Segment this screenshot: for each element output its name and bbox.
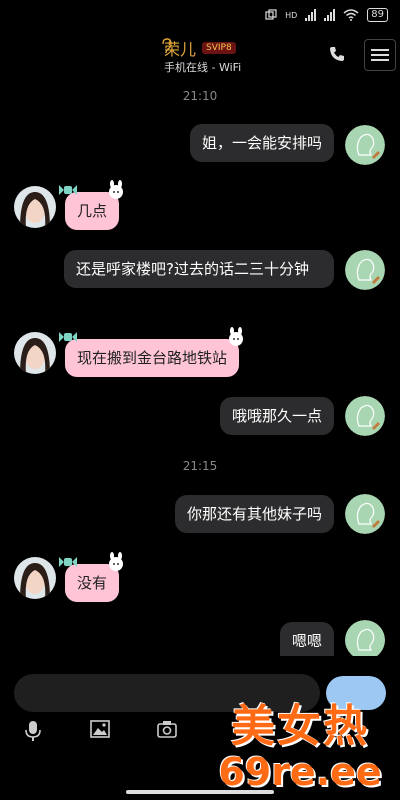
contact-name[interactable]: 荣儿: [164, 36, 196, 60]
outgoing-message[interactable]: 嗯嗯: [279, 622, 334, 656]
status-icons: HD 89: [265, 6, 388, 24]
home-indicator[interactable]: [126, 790, 274, 794]
contact-avatar[interactable]: [14, 557, 56, 599]
call-button[interactable]: [322, 39, 352, 69]
hd-label: HD: [285, 10, 298, 20]
incoming-message[interactable]: 几点: [59, 180, 124, 230]
menu-button[interactable]: [364, 39, 396, 71]
phone-icon: [330, 47, 344, 61]
wifi-icon: [343, 9, 359, 21]
signal-icon-2: [324, 9, 336, 21]
outgoing-message[interactable]: 你那还有其他妹子吗: [174, 495, 334, 533]
incoming-message[interactable]: 现在搬到金台路地铁站: [59, 327, 244, 377]
outgoing-message[interactable]: 哦哦那久一点: [219, 397, 334, 435]
status-bar: HD 89: [0, 0, 400, 30]
chat-header: 荣儿 SVIP8 手机在线 - WiFi: [0, 32, 400, 77]
watermark-title: 美女热: [231, 701, 369, 752]
user-avatar[interactable]: [345, 250, 385, 290]
watermark-logo: 美女热 69re.ee: [205, 690, 395, 794]
incoming-message[interactable]: 没有: [59, 552, 124, 602]
menu-icon: [371, 49, 389, 61]
outgoing-message[interactable]: 还是呼家楼吧?过去的话二三十分钟: [64, 250, 334, 288]
screen-record-icon: [265, 9, 277, 20]
watermark-url: 69re.ee: [218, 750, 382, 794]
contact-avatar[interactable]: [14, 186, 56, 228]
user-avatar[interactable]: [345, 396, 385, 436]
candy-sticker-icon: [59, 332, 77, 342]
microphone-icon[interactable]: [24, 720, 42, 742]
candy-sticker-icon: [59, 557, 77, 567]
message-text: 现在搬到金台路地铁站: [77, 349, 228, 367]
timestamp: 21:10: [182, 89, 218, 103]
message-text: 没有: [77, 574, 108, 592]
user-avatar[interactable]: [345, 620, 385, 656]
timestamp: 21:15: [182, 459, 218, 473]
image-icon[interactable]: [90, 720, 110, 738]
camera-icon[interactable]: [157, 720, 177, 738]
message-text: 几点: [77, 202, 108, 220]
battery-indicator: 89: [367, 8, 388, 22]
signal-icon: [305, 9, 317, 21]
svip-badge: SVIP8: [202, 42, 236, 54]
outgoing-message[interactable]: 姐，一会能安排吗: [189, 124, 334, 162]
bunny-sticker-icon: [109, 552, 124, 571]
user-avatar[interactable]: [345, 494, 385, 534]
contact-name-row: 荣儿 SVIP8: [164, 36, 236, 60]
bunny-sticker-icon: [229, 327, 244, 346]
candy-sticker-icon: [59, 185, 77, 195]
bunny-sticker-icon: [109, 180, 124, 199]
contact-avatar[interactable]: [14, 332, 56, 374]
online-status: 手机在线 - WiFi: [164, 61, 242, 74]
user-avatar[interactable]: [345, 125, 385, 165]
